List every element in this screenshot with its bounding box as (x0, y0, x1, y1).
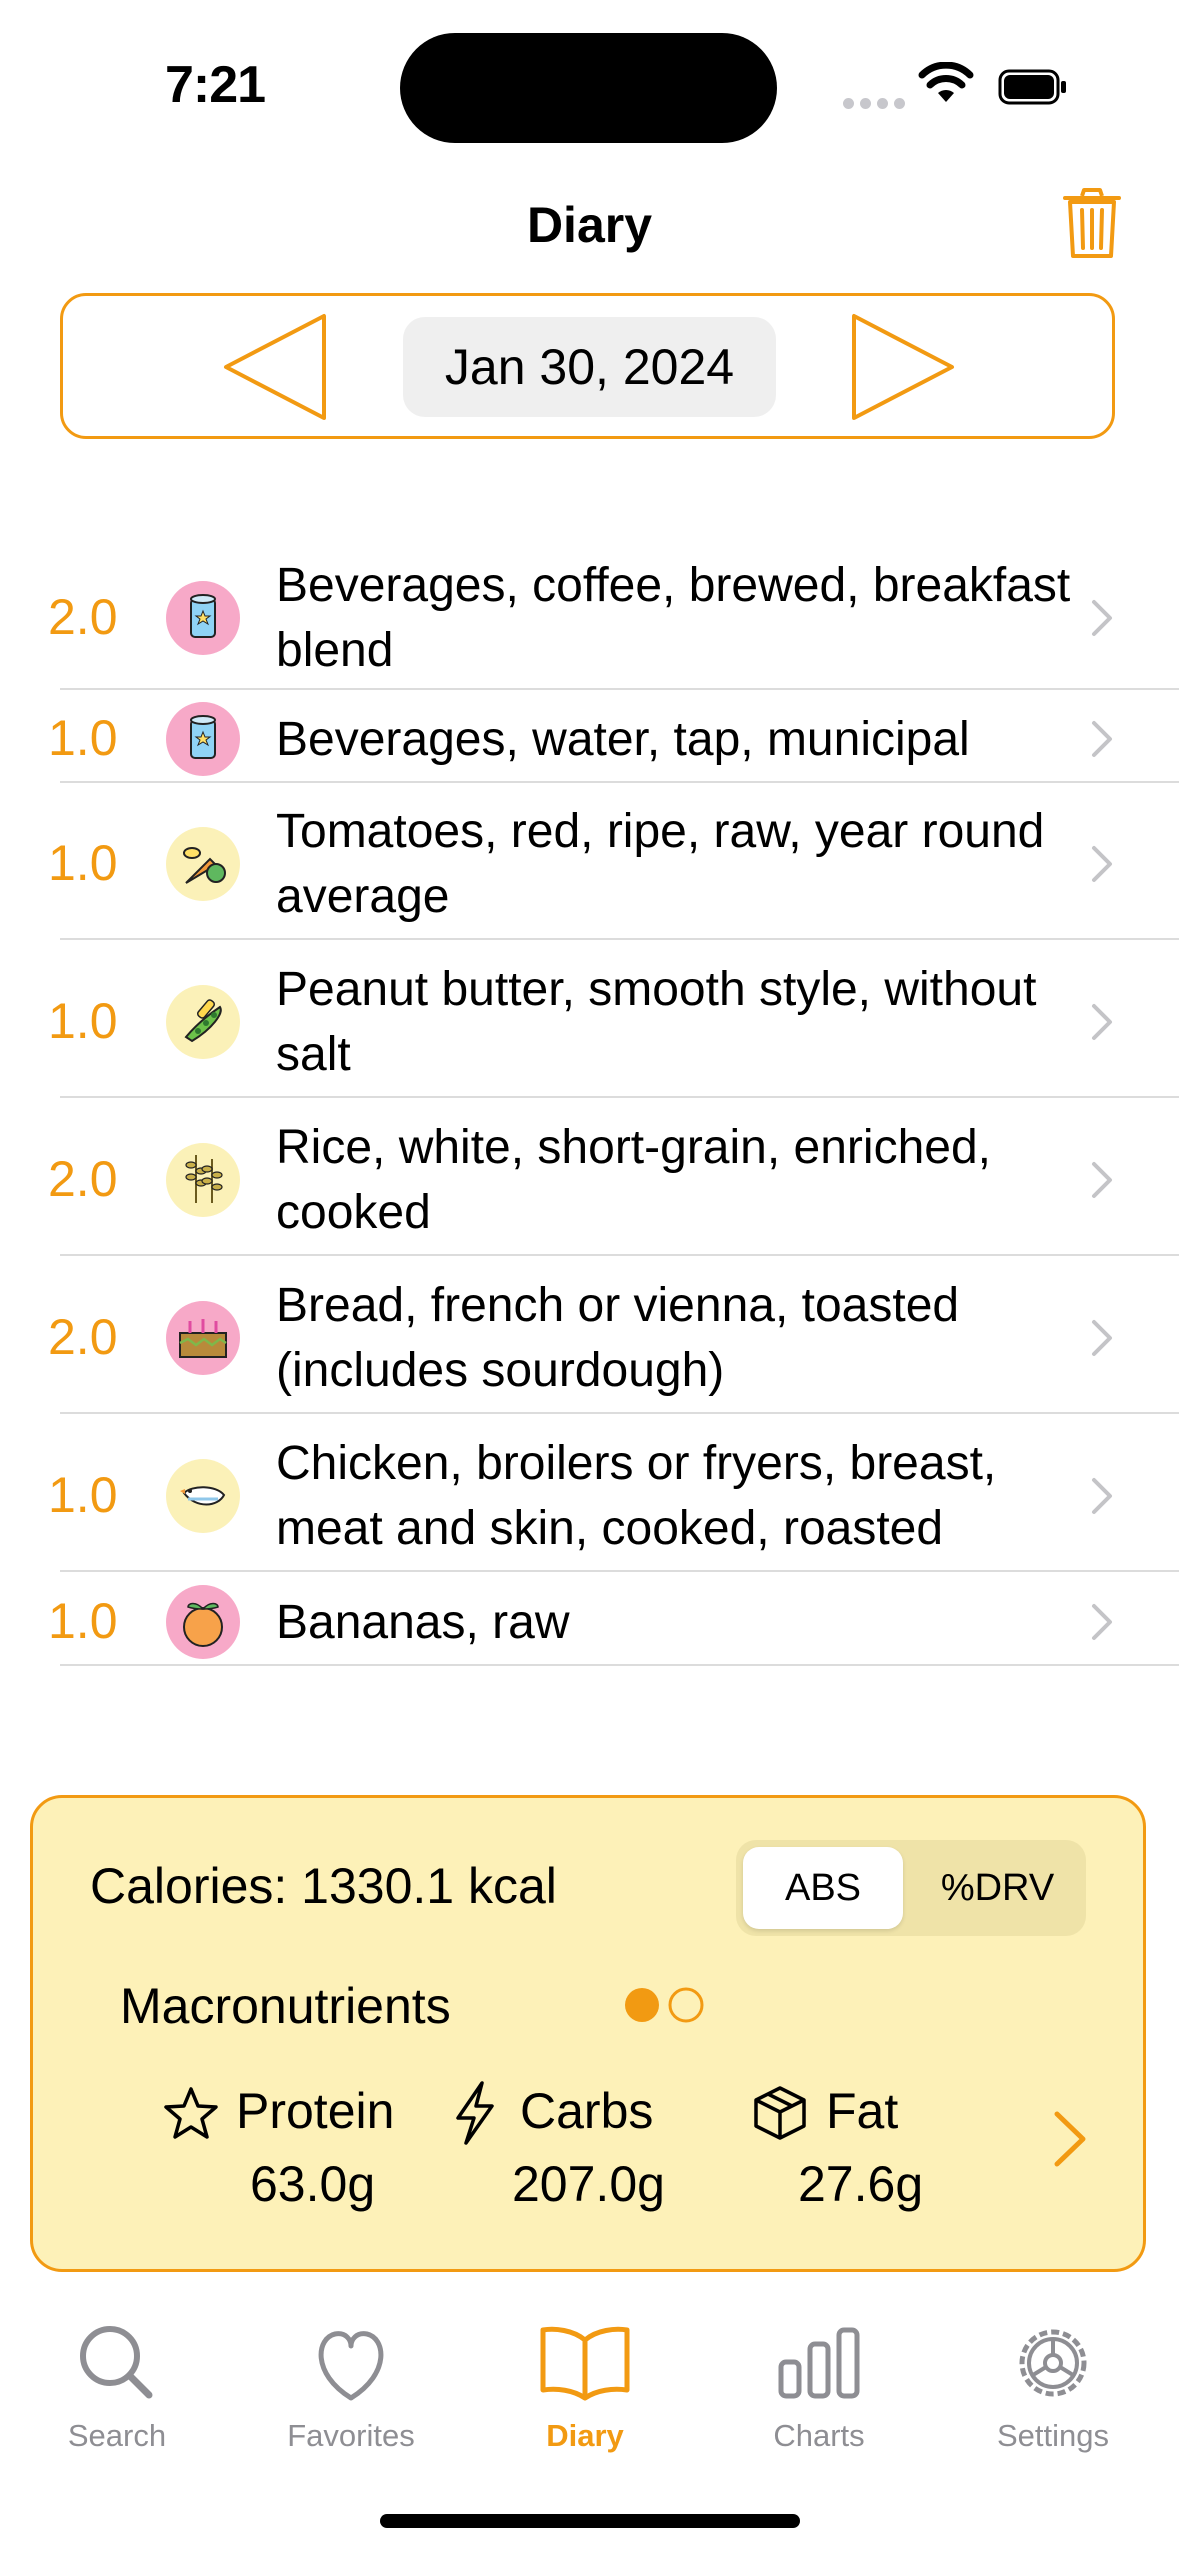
row-separator (60, 1254, 1179, 1256)
row-separator (60, 938, 1179, 940)
entry-name: Beverages, coffee, brewed, breakfast ble… (276, 559, 1071, 677)
chevron-right-icon (1092, 600, 1112, 636)
abs-segment[interactable]: ABS (743, 1847, 903, 1929)
carbs-label: Carbs (520, 2083, 654, 2139)
lightning-icon (456, 2081, 494, 2145)
entry-quantity: 1.0 (48, 835, 118, 891)
vegetables-icon (166, 827, 240, 901)
protein-label: Protein (236, 2083, 395, 2139)
diary-entry-row[interactable]: 1.0 Bananas, raw (0, 1580, 1179, 1664)
poultry-icon (166, 1459, 240, 1533)
row-separator (60, 1664, 1179, 1666)
grain-icon (166, 1143, 240, 1217)
carbs-value: 207.0g (512, 2156, 665, 2212)
chevron-right-icon[interactable] (1053, 2110, 1087, 2168)
chevron-right-icon (1092, 1320, 1112, 1356)
tab-diary-label: Diary (546, 2418, 624, 2453)
diary-entry-row[interactable]: 2.0 Beverages, coffee, brewed, breakfast … (0, 548, 1179, 688)
entry-name: Peanut butter, smooth style, without sal… (276, 963, 1037, 1081)
gear-icon (1019, 2329, 1087, 2397)
home-indicator (380, 2514, 800, 2528)
entry-quantity: 2.0 (48, 589, 118, 645)
diary-entry-row[interactable]: 2.0 Bread, french or vienna, toasted (inc… (0, 1264, 1179, 1412)
fat-value: 27.6g (798, 2156, 924, 2212)
chevron-right-icon (1092, 1162, 1112, 1198)
chevron-right-icon (1092, 1004, 1112, 1040)
entry-quantity: 1.0 (48, 1467, 118, 1523)
bar-chart-icon (778, 2327, 860, 2399)
row-separator (60, 1412, 1179, 1414)
row-separator (60, 781, 1179, 783)
row-separator (60, 688, 1179, 690)
page-indicator[interactable] (622, 1985, 708, 2025)
tab-settings-label: Settings (996, 2418, 1109, 2453)
diary-entry-row[interactable]: 1.0 Tomatoes, red, ripe, raw, year round … (0, 790, 1179, 938)
entry-name: Chicken, broilers or fryers, breast, mea… (276, 1437, 997, 1555)
entry-quantity: 1.0 (48, 710, 118, 766)
book-icon (540, 2326, 630, 2401)
entry-quantity: 2.0 (48, 1151, 118, 1207)
page-title: Diary (526, 197, 653, 253)
status-time: 7:21 (165, 56, 266, 114)
row-separator (60, 1570, 1179, 1572)
chevron-right-icon (1092, 721, 1112, 757)
star-icon (164, 2087, 218, 2139)
tab-diary[interactable]: Diary (485, 2318, 685, 2453)
diary-entry-row[interactable]: 2.0 Rice, white, short-grain, enriched, c… (0, 1106, 1179, 1254)
battery-icon (998, 69, 1066, 105)
cube-icon (754, 2086, 806, 2140)
chevron-right-icon (1092, 846, 1112, 882)
entry-quantity: 1.0 (48, 993, 118, 1049)
tab-charts[interactable]: Charts (719, 2318, 919, 2453)
tab-charts-label: Charts (773, 2418, 865, 2453)
wifi-icon (918, 62, 974, 102)
date-picker-button[interactable]: Jan 30, 2024 (403, 317, 776, 417)
diary-entry-row[interactable]: 1.0 Beverages, water, tap, municipal (0, 697, 1179, 781)
heart-icon (318, 2331, 384, 2401)
beverage-can-icon (166, 702, 240, 776)
tab-search-label: Search (67, 2418, 167, 2453)
entry-name: Bread, french or vienna, toasted (includ… (276, 1279, 960, 1397)
tab-search[interactable]: Search (17, 2318, 217, 2453)
entry-name: Rice, white, short-grain, enriched, cook… (276, 1121, 991, 1239)
previous-day-arrow-icon[interactable] (222, 312, 328, 422)
entry-quantity: 1.0 (48, 1593, 118, 1649)
chevron-right-icon (1092, 1604, 1112, 1640)
diary-entry-row[interactable]: 1.0 Peanut butter, smooth style, without … (0, 948, 1179, 1096)
next-day-arrow-icon[interactable] (850, 312, 956, 422)
beverage-can-icon (166, 581, 240, 655)
chevron-right-icon (1092, 1478, 1112, 1514)
tab-favorites[interactable]: Favorites (251, 2318, 451, 2453)
entry-name: Tomatoes, red, ripe, raw, year round ave… (276, 805, 1045, 923)
calories-total: Calories: 1330.1 kcal (90, 1858, 557, 1914)
legumes-icon (166, 985, 240, 1059)
macronutrients-heading: Macronutrients (120, 1978, 451, 2034)
drv-segment[interactable]: %DRV (915, 1847, 1080, 1929)
fruit-icon (166, 1585, 240, 1659)
cellular-signal-icon (843, 96, 911, 114)
baked-goods-icon (166, 1301, 240, 1375)
search-icon (80, 2326, 153, 2399)
protein-value: 63.0g (250, 2156, 376, 2212)
dynamic-island (400, 33, 777, 143)
tab-settings[interactable]: Settings (953, 2318, 1153, 2453)
tab-favorites-label: Favorites (287, 2418, 415, 2453)
row-separator (60, 1096, 1179, 1098)
diary-entry-row[interactable]: 1.0 Chicken, broilers or fryers, breast, … (0, 1422, 1179, 1570)
trash-icon[interactable] (1062, 188, 1122, 260)
entry-name: Beverages, water, tap, municipal (276, 712, 970, 766)
entry-quantity: 2.0 (48, 1309, 118, 1365)
entry-name: Bananas, raw (276, 1595, 570, 1649)
fat-label: Fat (826, 2083, 899, 2139)
